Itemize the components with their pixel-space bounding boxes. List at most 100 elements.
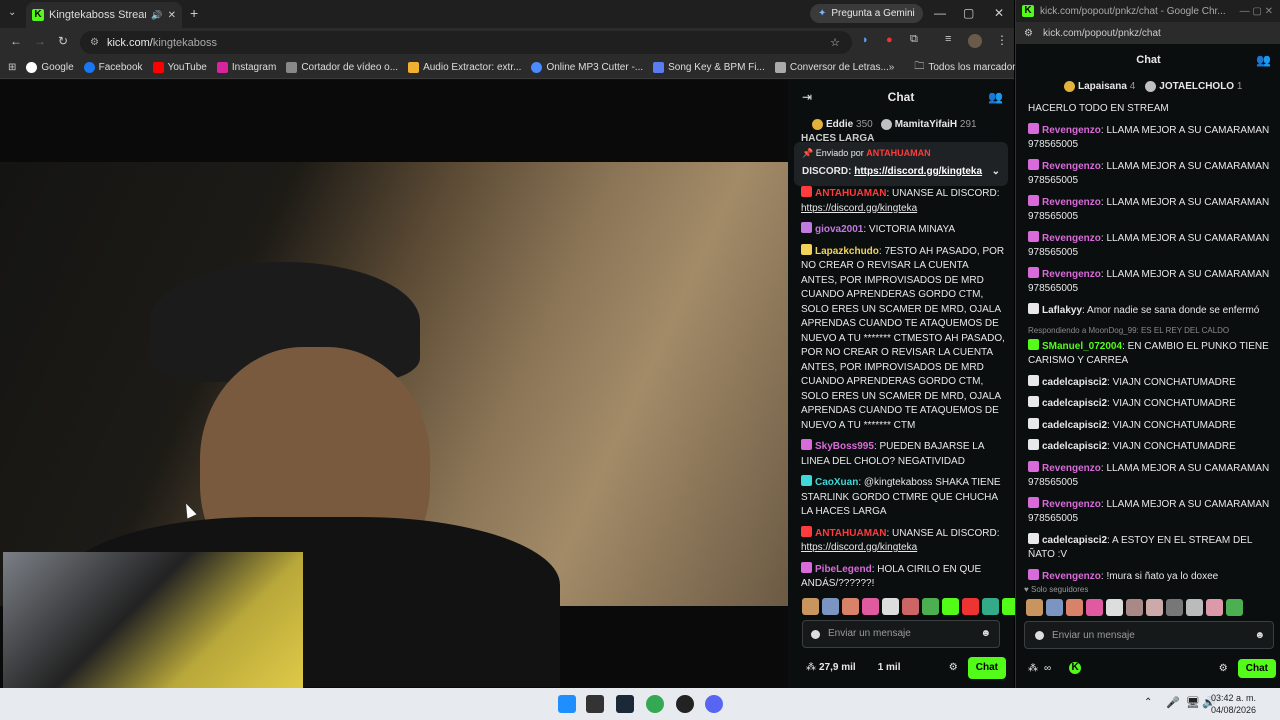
emote-icon[interactable]: [842, 598, 859, 615]
chat-message-input[interactable]: Enviar un mensaje ☻: [802, 620, 1000, 648]
leader-1[interactable]: Eddie 350: [812, 118, 873, 133]
tab-search-icon[interactable]: ⌄: [8, 7, 16, 18]
chat-username[interactable]: Revengenzo: [1042, 125, 1101, 136]
emote-icon[interactable]: [1046, 599, 1063, 616]
leader-2[interactable]: MamitaYifaiH 291: [880, 118, 977, 133]
chat-settings-icon[interactable]: ⚙: [949, 661, 958, 676]
bookmark-youtube[interactable]: YouTube: [152, 61, 207, 73]
share-icon[interactable]: ⁂: [1028, 663, 1038, 674]
media-control-icon[interactable]: ≡: [945, 33, 951, 45]
emote-icon[interactable]: [1026, 599, 1043, 616]
infinity-icon[interactable]: ∞: [1044, 663, 1051, 674]
extension-record-icon[interactable]: ●: [886, 34, 893, 46]
pop-leader-1[interactable]: Lapaisana 4: [1064, 81, 1135, 93]
popout-message-input[interactable]: Enviar un mensaje ☻: [1024, 621, 1274, 649]
bookmark-instagram[interactable]: Instagram: [216, 61, 276, 73]
windows-start-icon[interactable]: [558, 695, 576, 713]
chat-link[interactable]: https://discord.gg/kingteka: [801, 203, 917, 214]
emote-icon[interactable]: [862, 598, 879, 615]
extension-icon[interactable]: ◗: [862, 34, 869, 46]
reload-icon[interactable]: ↻: [58, 34, 68, 48]
chat-username[interactable]: cadelcapisci2: [1042, 535, 1107, 546]
pop-leader-2[interactable]: JOTAELCHOLO 1: [1145, 81, 1242, 93]
emote-icon[interactable]: [822, 598, 839, 615]
tray-chevron-icon[interactable]: ⌃: [1144, 697, 1152, 708]
popout-send-chat-button[interactable]: Chat: [1237, 658, 1276, 678]
emote-icon[interactable]: [1086, 599, 1103, 616]
chrome-icon[interactable]: [646, 695, 664, 713]
chat-settings-icon[interactable]: ⚙: [1219, 663, 1228, 674]
gemini-button[interactable]: ✦ Pregunta a Gemini: [810, 4, 923, 23]
users-icon[interactable]: 👥: [988, 90, 1003, 105]
chat-link[interactable]: https://discord.gg/kingteka: [801, 542, 917, 553]
emote-icon[interactable]: [982, 598, 999, 615]
kick-logo-icon[interactable]: K: [1069, 662, 1082, 674]
send-chat-button[interactable]: Chat: [967, 656, 1006, 680]
close-window-icon[interactable]: ✕: [994, 6, 1004, 20]
discord-icon[interactable]: [705, 695, 723, 713]
profile-avatar[interactable]: [968, 34, 982, 48]
obs-icon[interactable]: [676, 695, 694, 713]
chat-username[interactable]: CaoXuan: [815, 477, 858, 488]
pinned-discord-link[interactable]: https://discord.gg/kingteka: [854, 166, 982, 177]
menu-kebab-icon[interactable]: ⋮: [996, 33, 1008, 47]
site-info-icon[interactable]: ⚙: [90, 37, 99, 48]
chat-username[interactable]: Revengenzo: [1042, 197, 1101, 208]
back-icon[interactable]: ←: [10, 34, 22, 48]
emote-icon[interactable]: [1186, 599, 1203, 616]
system-clock[interactable]: 03:42 a. m. 04/08/2026: [1211, 692, 1256, 716]
chat-username[interactable]: cadelcapisci2: [1042, 398, 1107, 409]
emote-icon[interactable]: [942, 598, 959, 615]
chat-username[interactable]: Lapazkchudo: [815, 246, 879, 257]
bookmark-mp3-cutter[interactable]: Online MP3 Cutter -...: [531, 61, 643, 73]
chat-username[interactable]: SkyBoss995: [815, 441, 874, 452]
emote-icon[interactable]: [1066, 599, 1083, 616]
chat-username[interactable]: Revengenzo: [1042, 269, 1101, 280]
network-icon[interactable]: 🖥: [1186, 696, 1200, 709]
steam-icon[interactable]: [616, 695, 634, 713]
new-tab-icon[interactable]: +: [190, 5, 198, 21]
pinned-message[interactable]: 📌 Enviado por ANTAHUAMAN DISCORD: https:…: [794, 142, 1008, 186]
chat-username[interactable]: ANTAHUAMAN: [815, 528, 886, 539]
chat-username[interactable]: Revengenzo: [1042, 463, 1101, 474]
emote-icon[interactable]: [1146, 599, 1163, 616]
users-icon[interactable]: 👥: [1256, 53, 1271, 67]
bookmark-google[interactable]: Google: [26, 61, 74, 73]
chat-username[interactable]: giova2001: [815, 224, 863, 235]
tab-close-icon[interactable]: ✕: [168, 10, 176, 21]
emote-icon[interactable]: [902, 598, 919, 615]
emoji-picker-icon[interactable]: ☻: [980, 627, 991, 642]
forward-icon[interactable]: →: [34, 34, 46, 48]
chat-username[interactable]: Laflakyy: [1042, 305, 1082, 316]
video-player[interactable]: [0, 80, 788, 688]
microphone-icon[interactable]: 🎤: [1166, 696, 1180, 709]
chat-username[interactable]: SManuel_072004: [1042, 341, 1122, 352]
task-view-icon[interactable]: [586, 695, 604, 713]
chat-username[interactable]: cadelcapisci2: [1042, 441, 1107, 452]
tab-kingtekaboss[interactable]: K Kingtekaboss Stream - Wat 🔊 ✕: [26, 2, 182, 28]
address-bar[interactable]: ⚙ kick.com/kingtekaboss ☆: [80, 31, 852, 54]
emote-icon[interactable]: [962, 598, 979, 615]
emote-icon[interactable]: [802, 598, 819, 615]
emoji-picker-icon[interactable]: ☻: [1254, 630, 1265, 641]
bookmark-audio-extractor[interactable]: Audio Extractor: extr...: [408, 61, 521, 73]
emote-icon[interactable]: [1226, 599, 1243, 616]
bookmark-video-cutter[interactable]: Cortador de vídeo o...: [286, 61, 398, 73]
chat-username[interactable]: Revengenzo: [1042, 161, 1101, 172]
emote-icon[interactable]: [1166, 599, 1183, 616]
chat-username[interactable]: Revengenzo: [1042, 499, 1101, 510]
emote-icon[interactable]: [882, 598, 899, 615]
emote-icon[interactable]: [1206, 599, 1223, 616]
bookmark-facebook[interactable]: Facebook: [83, 61, 143, 73]
chat-username[interactable]: cadelcapisci2: [1042, 377, 1107, 388]
bookmark-song-key[interactable]: Song Key & BPM Fi...: [653, 61, 765, 73]
site-info-icon[interactable]: ⚙: [1024, 28, 1033, 39]
chat-username[interactable]: cadelcapisci2: [1042, 420, 1107, 431]
all-bookmarks-folder[interactable]: 🗀 Todos los marcadores: [914, 59, 1026, 76]
emote-icon[interactable]: [1106, 599, 1123, 616]
more-bookmarks-icon[interactable]: »: [889, 62, 895, 73]
chat-username[interactable]: ANTAHUAMAN: [815, 188, 886, 199]
bookmark-star-icon[interactable]: ☆: [830, 36, 840, 49]
chat-username[interactable]: Revengenzo: [1042, 233, 1101, 244]
emote-icon[interactable]: [922, 598, 939, 615]
